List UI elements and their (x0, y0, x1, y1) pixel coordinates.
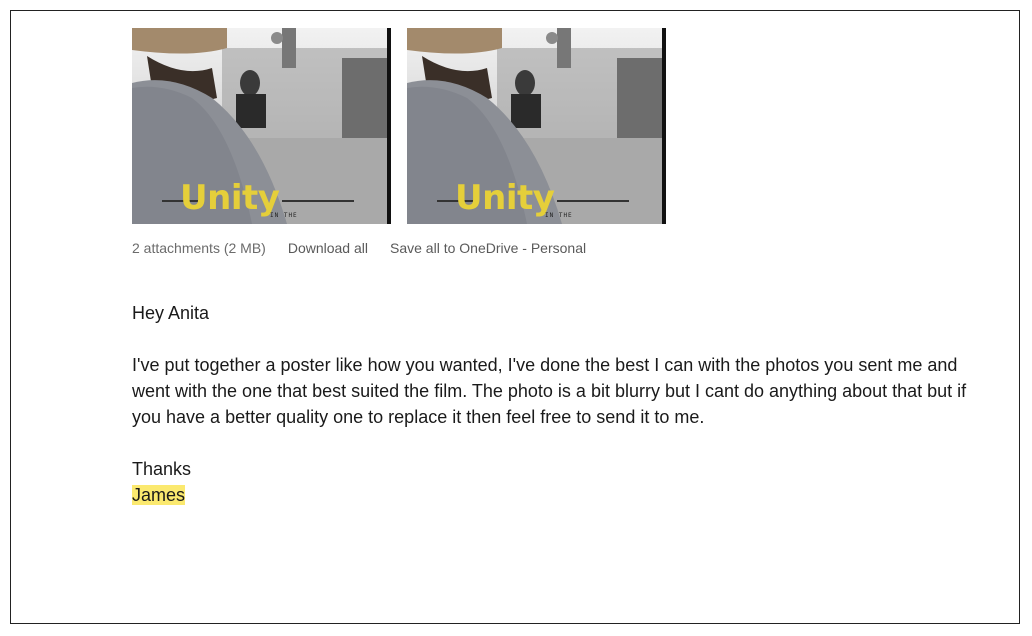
message-body: Hey Anita I've put together a poster lik… (132, 300, 992, 508)
attachment-thumbnail-2[interactable]: Unity IN THE (407, 28, 666, 224)
poster-small-text: IN THE (545, 212, 573, 219)
signature-name: James (132, 485, 186, 505)
poster-small-text: IN THE (270, 212, 298, 219)
poster-caption: Unity (180, 178, 280, 218)
attachment-list: Unity IN THE Unity IN THE (132, 28, 666, 224)
greeting: Hey Anita (132, 303, 210, 323)
message-paragraph: I've put together a poster like how you … (132, 355, 967, 427)
download-all-link[interactable]: Download all (288, 240, 368, 256)
closing: Thanks (132, 459, 192, 479)
poster-caption: Unity (455, 178, 555, 218)
attachment-summary: 2 attachments (2 MB) (132, 240, 266, 256)
attachment-thumbnail-1[interactable]: Unity IN THE (132, 28, 391, 224)
save-to-onedrive-link[interactable]: Save all to OneDrive - Personal (390, 240, 586, 256)
attachment-actions-bar: 2 attachments (2 MB) Download all Save a… (132, 240, 586, 256)
